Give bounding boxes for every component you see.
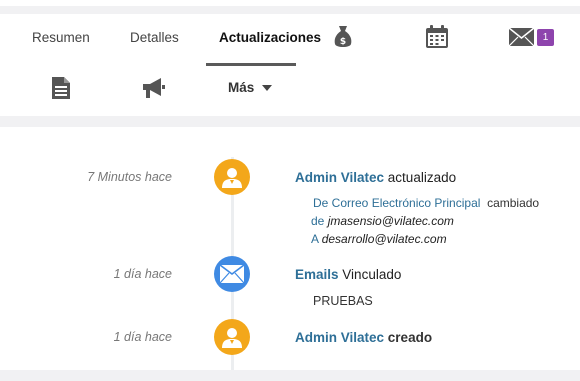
activity-timeline: 7 Minutos hace Admin Vilatec actualizado…: [0, 127, 580, 377]
changed-label: cambiado: [487, 196, 540, 210]
megaphone-icon[interactable]: [141, 76, 167, 100]
tab-bar: Resumen Detalles Actualizaciones $ 1 Más: [0, 14, 580, 116]
more-menu-button[interactable]: Más: [228, 80, 273, 95]
to-value: desarrollo@vilatec.com: [321, 232, 447, 246]
email-avatar-icon: [214, 256, 250, 292]
change-from-line: de jmasensio@vilatec.com: [311, 214, 454, 228]
more-menu-label: Más: [228, 80, 255, 95]
user-avatar-icon: [214, 159, 250, 195]
svg-text:$: $: [340, 37, 346, 47]
event-timestamp: 7 Minutos hace: [87, 170, 172, 184]
linked-email-subject[interactable]: PRUEBAS: [313, 294, 373, 308]
event-actor-link[interactable]: Admin Vilatec: [295, 170, 384, 185]
event-actor-link[interactable]: Admin Vilatec: [295, 330, 384, 345]
tab-resumen[interactable]: Resumen: [32, 30, 90, 45]
to-label: A: [311, 232, 319, 246]
top-bar: [0, 0, 580, 6]
user-avatar-icon: [214, 319, 250, 355]
mail-count-badge: 1: [537, 29, 554, 46]
change-to-line: A desarrollo@vilatec.com: [311, 232, 447, 246]
top-strip: [0, 0, 580, 14]
tab-actualizaciones[interactable]: Actualizaciones: [219, 30, 321, 45]
from-value: jmasensio@vilatec.com: [327, 214, 454, 228]
envelope-icon[interactable]: [508, 27, 534, 47]
change-field-line: De Correo Electrónico Principal cambiado: [313, 196, 539, 210]
active-tab-indicator: [206, 63, 296, 66]
bottom-strip: [0, 370, 580, 381]
event-action: Vinculado: [342, 267, 402, 282]
event-title: Admin Vilatec actualizado: [295, 170, 456, 185]
event-timestamp: 1 día hace: [113, 267, 172, 281]
money-bag-icon[interactable]: $: [332, 24, 354, 50]
event-timestamp: 1 día hace: [113, 330, 172, 344]
document-icon[interactable]: [50, 76, 72, 100]
event-action: actualizado: [387, 170, 457, 185]
event-actor-link[interactable]: Emails: [295, 267, 339, 282]
event-action: creado: [387, 330, 433, 345]
tab-detalles[interactable]: Detalles: [130, 30, 179, 45]
chevron-down-icon: [262, 85, 273, 92]
event-title: Emails Vinculado: [295, 267, 401, 282]
calendar-icon[interactable]: [424, 24, 450, 50]
event-title: Admin Vilatec creado: [295, 330, 432, 345]
changed-field-name: De Correo Electrónico Principal: [313, 196, 481, 210]
from-label: de: [311, 214, 325, 228]
